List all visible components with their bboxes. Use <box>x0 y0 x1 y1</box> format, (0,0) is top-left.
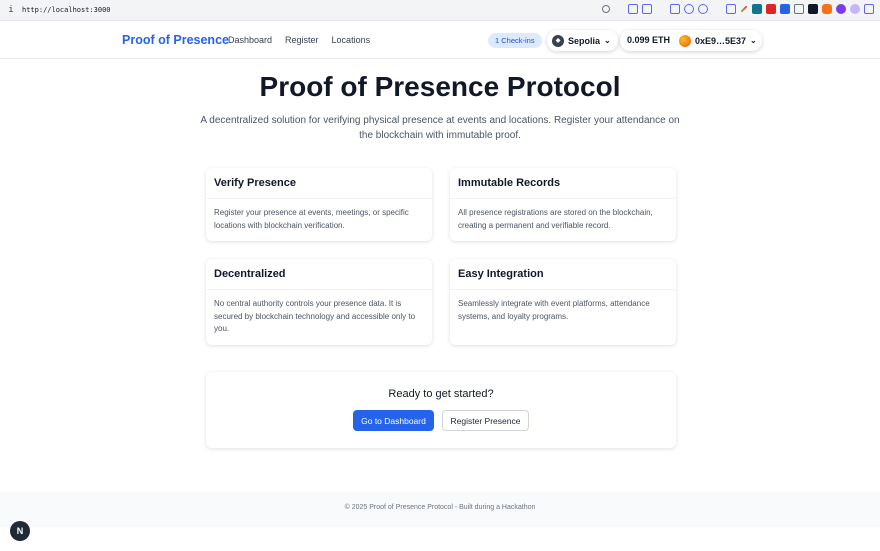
feature-title: Decentralized <box>206 259 432 290</box>
extension-icon[interactable] <box>684 4 694 14</box>
extension-icon[interactable] <box>850 4 860 14</box>
browser-toolbar: i http://localhost:3000 <box>0 0 880 21</box>
go-to-dashboard-button[interactable]: Go to Dashboard <box>353 410 434 431</box>
avatar <box>679 34 691 47</box>
main-nav: Dashboard Register Locations <box>228 35 370 45</box>
link-icon[interactable] <box>602 5 610 13</box>
extension-icon[interactable] <box>794 4 804 14</box>
register-presence-button[interactable]: Register Presence <box>442 410 529 431</box>
nav-locations[interactable]: Locations <box>332 35 371 45</box>
sidebar-icon[interactable] <box>864 4 874 14</box>
feature-body: No central authority controls your prese… <box>214 299 416 333</box>
extension-icon[interactable] <box>836 4 846 14</box>
extension-icon[interactable] <box>670 4 680 14</box>
feature-card-immutable: Immutable Records All presence registrat… <box>450 168 676 241</box>
extension-icon[interactable] <box>780 4 790 14</box>
network-selector[interactable]: ◆ Sepolia ⌄ <box>547 30 618 51</box>
metamask-fox-icon[interactable] <box>822 4 832 14</box>
extension-icon[interactable] <box>752 4 762 14</box>
feature-title: Immutable Records <box>450 168 676 199</box>
ethereum-icon: ◆ <box>552 34 564 47</box>
code-icon[interactable] <box>726 4 736 14</box>
m-icon[interactable] <box>808 4 818 14</box>
info-icon[interactable]: i <box>0 5 22 15</box>
checkins-badge: 1 Check-ins <box>488 33 542 48</box>
wallet-button[interactable]: 0.099 ETH 0xE9…5E37 ⌄ <box>620 30 762 51</box>
feature-card-verify: Verify Presence Register your presence a… <box>206 168 432 241</box>
account-address[interactable]: 0xE9…5E37 ⌄ <box>679 32 757 49</box>
nav-register[interactable]: Register <box>285 35 319 45</box>
site-header: Proof of Presence Dashboard Register Loc… <box>0 21 880 59</box>
account-label: 0xE9…5E37 <box>695 35 747 46</box>
chevron-down-icon: ⌄ <box>604 36 611 45</box>
footer-text: © 2025 Proof of Presence Protocol - Buil… <box>344 504 536 511</box>
feature-card-integration: Easy Integration Seamlessly integrate wi… <box>450 259 676 345</box>
pen-icon[interactable] <box>740 5 748 13</box>
extension-icon[interactable] <box>628 4 638 14</box>
nav-dashboard[interactable]: Dashboard <box>228 35 272 45</box>
page-title: Proof of Presence Protocol <box>259 71 621 102</box>
feature-title: Verify Presence <box>206 168 432 199</box>
feature-title: Easy Integration <box>450 259 676 290</box>
extension-toolbar <box>602 4 874 14</box>
feature-body: All presence registrations are stored on… <box>458 208 653 230</box>
feature-body: Register your presence at events, meetin… <box>214 208 409 230</box>
brand-logo[interactable]: Proof of Presence <box>122 33 229 47</box>
feature-body: Seamlessly integrate with event platform… <box>458 299 650 321</box>
cta-card: Ready to get started? Go to Dashboard Re… <box>206 372 676 448</box>
network-name: Sepolia <box>568 35 601 46</box>
nextjs-dev-indicator[interactable]: N <box>10 521 30 541</box>
feature-card-decentralized: Decentralized No central authority contr… <box>206 259 432 345</box>
address-bar[interactable]: http://localhost:3000 <box>22 6 111 14</box>
chevron-down-icon: ⌄ <box>750 36 757 45</box>
extension-icon[interactable] <box>766 4 776 14</box>
eth-balance: 0.099 ETH <box>627 35 671 45</box>
page-subtitle: A decentralized solution for verifying p… <box>200 115 680 141</box>
cta-title: Ready to get started? <box>388 388 494 400</box>
camera-icon[interactable] <box>642 4 652 14</box>
extension-icon[interactable] <box>698 4 708 14</box>
site-footer: © 2025 Proof of Presence Protocol - Buil… <box>0 492 880 527</box>
